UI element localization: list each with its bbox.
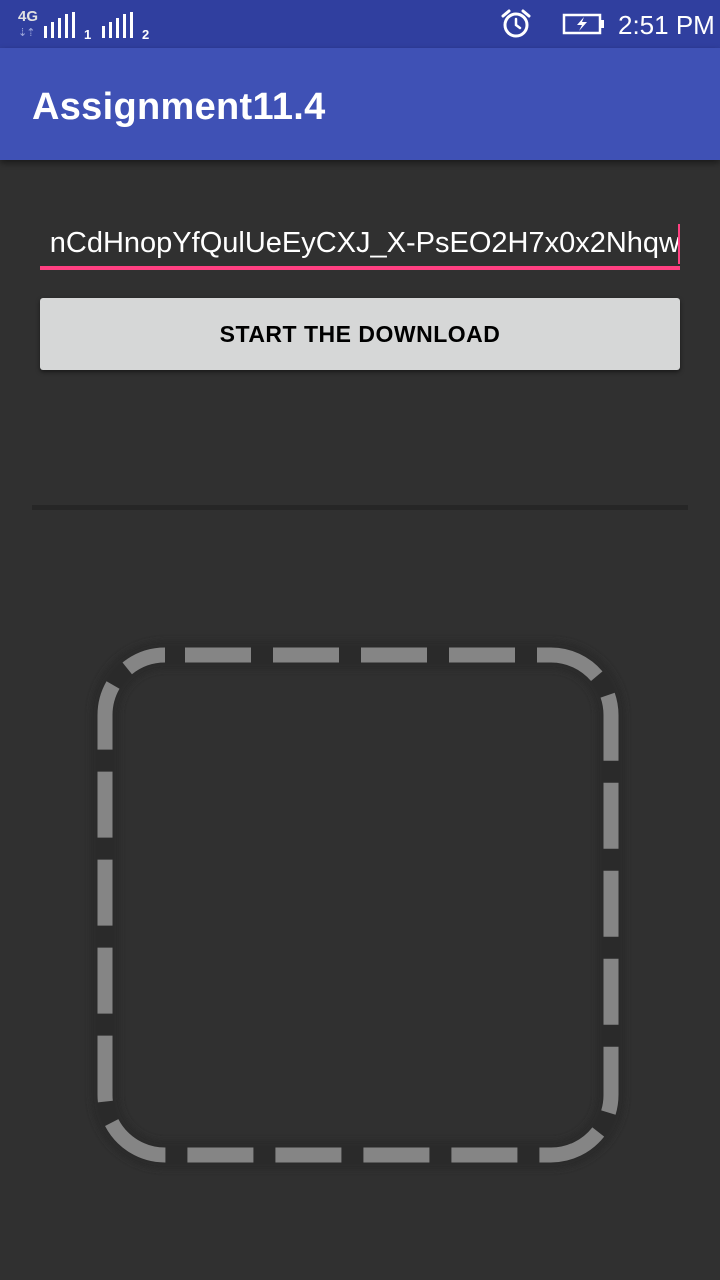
url-field[interactable] [40,218,680,272]
app-toolbar: Assignment11.4 [0,48,720,160]
start-download-button[interactable]: START THE DOWNLOAD [40,298,680,370]
sim1-label: 1 [84,27,92,42]
alarm-icon [500,8,532,40]
network-type-label: 4G [18,8,39,25]
app-title: Assignment11.4 [32,86,326,128]
url-input[interactable] [40,218,680,268]
divider [32,505,688,510]
battery-charging-icon [562,12,606,36]
signal-icon [102,12,134,38]
url-field-underline [40,266,680,270]
sim2-label: 2 [142,27,150,42]
status-clock: 2:51 PM [618,10,715,40]
data-activity-icon: ⇣⇡ [18,27,35,39]
image-placeholder-icon [80,630,636,1180]
text-cursor [678,224,680,264]
status-bar: 4G ⇣⇡ 1 2 2:51 PM [0,0,720,48]
signal-icon [44,12,76,38]
